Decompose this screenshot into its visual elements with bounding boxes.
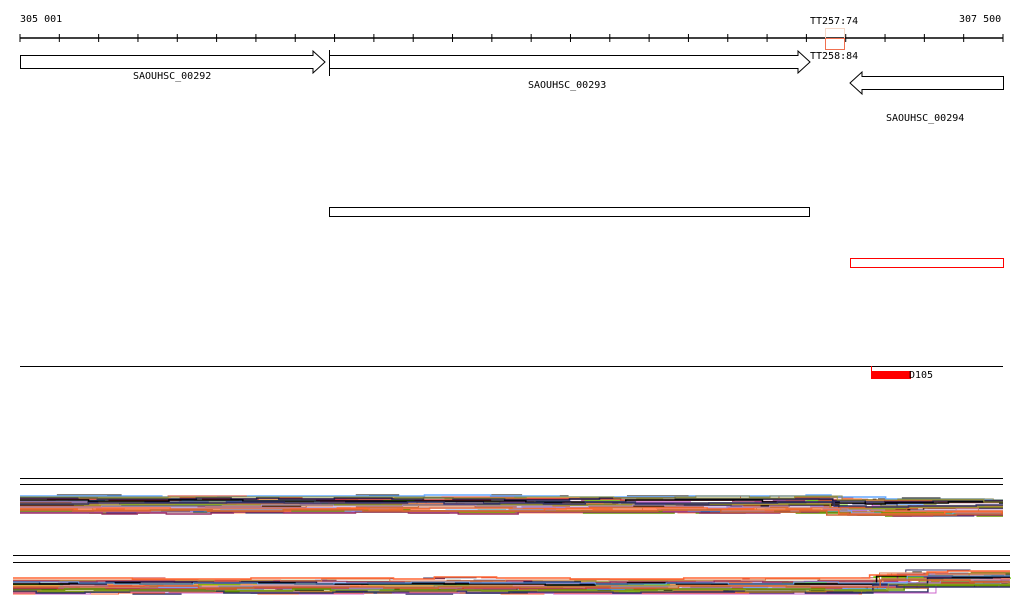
feature-box-red[interactable] (850, 258, 1004, 268)
terminator-box-bottom[interactable] (825, 38, 845, 50)
gene-arrow-SAOUHSC_00293[interactable] (329, 49, 811, 75)
ruler-end-label: 307 500 (959, 14, 1002, 25)
coverage-line (13, 572, 1010, 582)
coverage-track-2 (13, 569, 1011, 595)
gene-label: SAOUHSC_00294 (886, 113, 965, 124)
coordinate-ruler (19, 34, 1004, 42)
d105-label: D105 (909, 370, 934, 381)
genome-browser-canvas[interactable] (0, 0, 1024, 611)
gene-arrow-SAOUHSC_00294[interactable] (849, 70, 1004, 96)
ruler-start-label: 305 001 (20, 14, 63, 25)
gene-label: SAOUHSC_00292 (133, 71, 212, 82)
gene-arrow-SAOUHSC_00292[interactable] (20, 49, 326, 75)
terminator-label-top: TT257:74 (810, 16, 859, 27)
d105-bar[interactable] (871, 371, 911, 379)
coverage-track-1 (20, 494, 1003, 517)
terminator-label-bottom: TT258:84 (810, 51, 859, 62)
gene-label: SAOUHSC_00293 (528, 80, 607, 91)
terminator-box-top[interactable] (825, 28, 845, 39)
feature-box[interactable] (329, 207, 810, 217)
